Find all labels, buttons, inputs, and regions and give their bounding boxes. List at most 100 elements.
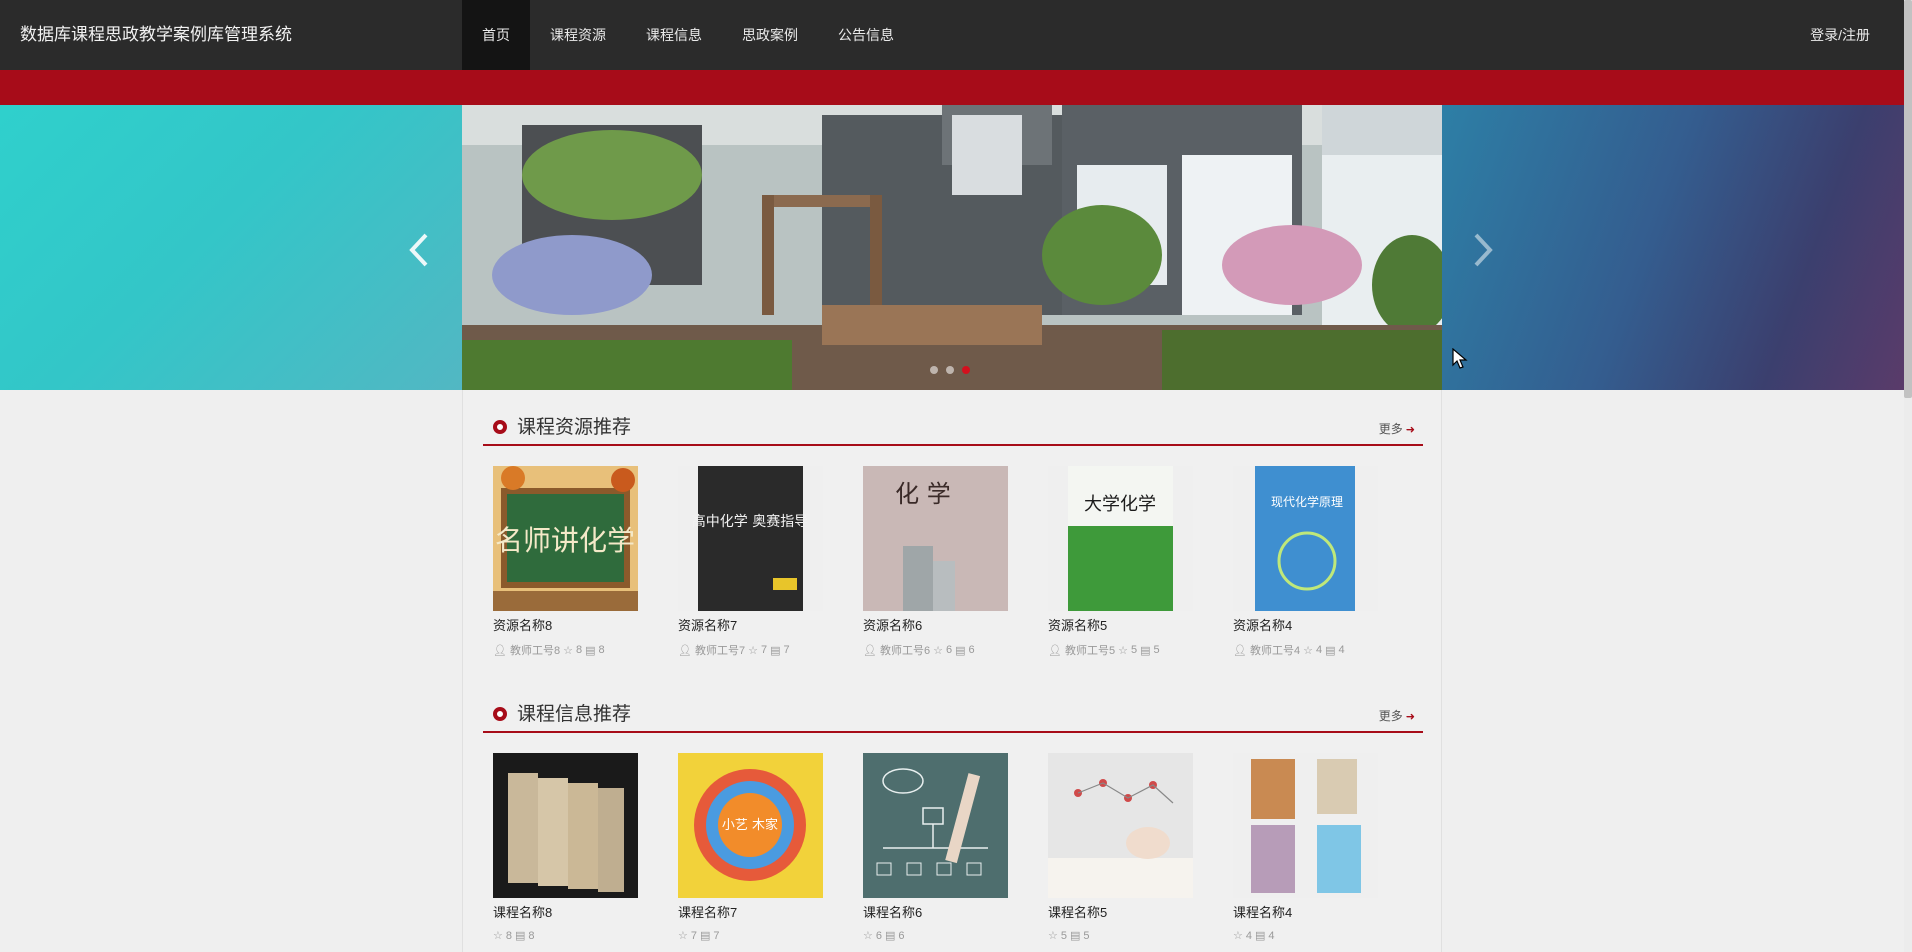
comment-icon: ▤ [1140,644,1151,657]
resource-title[interactable]: 资源名称5 [1048,615,1198,634]
comment-count: 6 [898,929,905,942]
more-link[interactable]: 更多 ➜ [1379,420,1415,437]
resource-card[interactable]: 大学化学 资源名称5 👤︎ 教师工号5 ☆ 5 ▤ 5 [1048,466,1198,658]
author-id: 教师工号8 [509,645,561,657]
resource-cover[interactable]: 高中化学 奥赛指导 [678,466,823,611]
comment-count: 4 [1338,644,1345,656]
star-icon: ☆ [748,644,758,657]
user-icon: 👤︎ [1233,644,1247,657]
more-label: 更多 [1378,422,1403,436]
book-cover-image: 大学化学 [1048,466,1193,611]
resource-meta: 👤︎ 教师工号8 ☆ 8 ▤ 8 [493,642,643,658]
resource-card[interactable]: 名师讲化学 资源名称8 👤︎ 教师工号8 ☆ 8 ▤ 8 [493,466,643,658]
chevron-right-icon [1474,233,1493,267]
course-card[interactable]: 小艺 木家 课程名称7 ☆ 7 ▤ 7 [678,753,828,942]
chalkboard-cover-image: 名师讲化学 [493,466,638,611]
star-icon: ☆ [493,930,503,942]
nav-announcements[interactable]: 公告信息 [818,0,914,70]
star-count: 7 [690,929,697,942]
banner-left-backdrop [0,105,462,390]
comment-count: 7 [783,644,790,656]
course-meta: ☆ 8 ▤ 8 [493,929,643,943]
course-cover[interactable] [1048,753,1193,898]
cover-text: 化 学 [895,480,951,508]
course-cover[interactable]: 小艺 木家 [678,753,823,898]
section-title: 课程资源推荐 [517,417,632,438]
course-card[interactable]: 课程名称4 ☆ 4 ▤ 4 [1233,753,1383,942]
nav-home[interactable]: 首页 [462,0,530,70]
main-nav: 首页 课程资源 课程信息 思政案例 公告信息 [462,0,914,70]
flowchart-sketch-image [863,753,1008,898]
scrollbar-thumb[interactable] [1904,0,1912,398]
page-scrollbar[interactable] [1904,0,1912,952]
login-register-link[interactable]: 登录/注册 [1810,0,1870,70]
star-icon: ☆ [1048,930,1058,942]
nav-ideological-cases[interactable]: 思政案例 [722,0,818,70]
user-icon: 👤︎ [678,644,692,657]
carousel-dot[interactable] [946,366,954,374]
resource-cover[interactable]: 大学化学 [1048,466,1193,611]
course-title[interactable]: 课程名称7 [678,902,828,921]
site-title[interactable]: 数据库课程思政教学案例库管理系统 [20,0,292,70]
more-link[interactable]: 更多 ➜ [1379,707,1415,724]
arrow-right-icon: ➜ [1402,424,1415,436]
nav-course-info[interactable]: 课程信息 [626,0,722,70]
course-card[interactable]: 课程名称8 ☆ 8 ▤ 8 [493,753,643,942]
course-meta: ☆ 7 ▤ 7 [678,929,828,943]
comment-count: 5 [1083,929,1090,942]
comment-count: 7 [713,929,720,942]
author-id: 教师工号4 [1249,645,1301,657]
book-cover-image: 现代化学原理 [1233,466,1378,611]
comment-count: 6 [968,644,975,656]
star-count: 5 [1060,929,1067,942]
course-card[interactable]: 课程名称6 ☆ 6 ▤ 6 [863,753,1013,942]
course-cover[interactable] [1233,753,1378,898]
nav-course-resources[interactable]: 课程资源 [530,0,626,70]
section-course-recommendations: 课程信息推荐 更多 ➜ 课程名称8 ☆ 8 ▤ 8 小艺 木家 课程名称7 ☆ … [483,695,1423,942]
comment-count: 4 [1268,929,1275,942]
star-count: 6 [945,644,953,656]
resource-title[interactable]: 资源名称8 [493,615,643,634]
resource-cover[interactable]: 现代化学原理 [1233,466,1378,611]
colorful-wheel-image: 小艺 木家 [678,753,823,898]
course-card[interactable]: 课程名称5 ☆ 5 ▤ 5 [1048,753,1198,942]
resource-title[interactable]: 资源名称4 [1233,615,1383,634]
section-header: 课程资源推荐 更多 ➜ [483,408,1423,446]
star-count: 4 [1245,929,1252,942]
star-icon: ☆ [563,644,573,657]
course-meta: ☆ 4 ▤ 4 [1233,929,1383,943]
course-title[interactable]: 课程名称6 [863,902,1013,921]
star-count: 7 [760,644,768,656]
user-icon: 👤︎ [1048,644,1062,657]
carousel-dot-active[interactable] [962,366,970,374]
course-title[interactable]: 课程名称4 [1233,902,1383,921]
comment-icon: ▤ [770,644,781,657]
star-icon: ☆ [863,930,873,942]
course-title[interactable]: 课程名称8 [493,902,643,921]
main-content: 课程资源推荐 更多 ➜ 名师讲化学 资源名称8 👤︎ 教师工号8 ☆ 8 ▤ 8… [462,390,1442,952]
carousel-dot[interactable] [930,366,938,374]
author-id: 教师工号6 [879,645,931,657]
resource-cover[interactable]: 化 学 [863,466,1008,611]
carousel-next-button[interactable] [1462,225,1502,275]
comment-icon: ▤ [885,930,896,942]
star-count: 8 [575,644,583,656]
section-title: 课程信息推荐 [517,704,632,725]
resource-cover[interactable]: 名师讲化学 [493,466,638,611]
course-meta: ☆ 6 ▤ 6 [863,929,1013,943]
resource-card[interactable]: 现代化学原理 资源名称4 👤︎ 教师工号4 ☆ 4 ▤ 4 [1233,466,1383,658]
star-icon: ☆ [1303,644,1313,657]
resource-title[interactable]: 资源名称6 [863,615,1013,634]
cover-text: 大学化学 [1084,494,1156,515]
resource-card[interactable]: 高中化学 奥赛指导 资源名称7 👤︎ 教师工号7 ☆ 7 ▤ 7 [678,466,828,658]
carousel-slide-image[interactable] [462,105,1442,390]
course-cover[interactable] [863,753,1008,898]
resource-card[interactable]: 化 学 资源名称6 👤︎ 教师工号6 ☆ 6 ▤ 6 [863,466,1013,658]
banner-right-backdrop [1442,105,1904,390]
molecule-book-image [1048,753,1193,898]
carousel-prev-button[interactable] [400,225,440,275]
course-cover[interactable] [493,753,638,898]
course-title[interactable]: 课程名称5 [1048,902,1198,921]
resource-title[interactable]: 资源名称7 [678,615,828,634]
section-bullet-icon [493,420,507,434]
